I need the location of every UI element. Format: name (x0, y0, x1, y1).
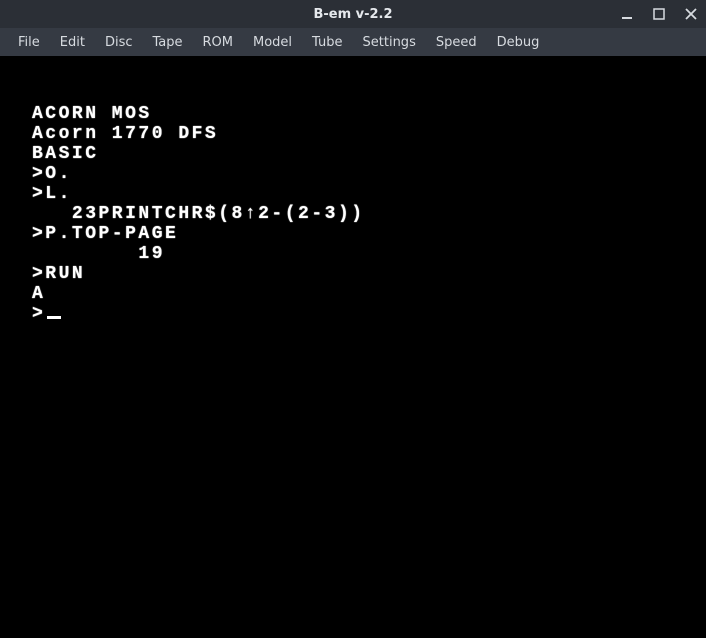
terminal-line: ACORN MOS (32, 104, 674, 124)
menu-settings[interactable]: Settings (353, 31, 426, 54)
menu-tube[interactable]: Tube (302, 31, 352, 54)
menu-file[interactable]: File (8, 31, 50, 54)
terminal-line: 19 (32, 244, 674, 264)
close-icon (685, 8, 697, 20)
menu-tape[interactable]: Tape (143, 31, 193, 54)
cursor-icon (47, 316, 61, 319)
menu-edit[interactable]: Edit (50, 31, 95, 54)
terminal-line: A (32, 284, 674, 304)
menu-rom[interactable]: ROM (193, 31, 243, 54)
close-button[interactable] (682, 5, 700, 23)
terminal-line: BASIC (32, 144, 674, 164)
maximize-button[interactable] (650, 5, 668, 23)
menu-debug[interactable]: Debug (487, 31, 550, 54)
minimize-button[interactable] (618, 5, 636, 23)
terminal-line: > (32, 304, 674, 324)
maximize-icon (653, 8, 665, 20)
terminal-line: >L. (32, 184, 674, 204)
menu-speed[interactable]: Speed (426, 31, 487, 54)
menubar: File Edit Disc Tape ROM Model Tube Setti… (0, 28, 706, 56)
window-title: B-em v-2.2 (313, 7, 392, 22)
menu-model[interactable]: Model (243, 31, 302, 54)
terminal-line: 23PRINTCHR$(8↑2-(2-3)) (32, 204, 674, 224)
terminal-line: Acorn 1770 DFS (32, 124, 674, 144)
terminal-line: >RUN (32, 264, 674, 284)
window-controls (618, 5, 700, 23)
terminal-line: >O. (32, 164, 674, 184)
menu-disc[interactable]: Disc (95, 31, 143, 54)
titlebar: B-em v-2.2 (0, 0, 706, 28)
terminal-line: >P.TOP-PAGE (32, 224, 674, 244)
minimize-icon (621, 8, 633, 20)
terminal-output: ACORN MOSAcorn 1770 DFSBASIC>O.>L. 23PRI… (32, 104, 674, 324)
emulator-screen[interactable]: ACORN MOSAcorn 1770 DFSBASIC>O.>L. 23PRI… (0, 56, 706, 638)
